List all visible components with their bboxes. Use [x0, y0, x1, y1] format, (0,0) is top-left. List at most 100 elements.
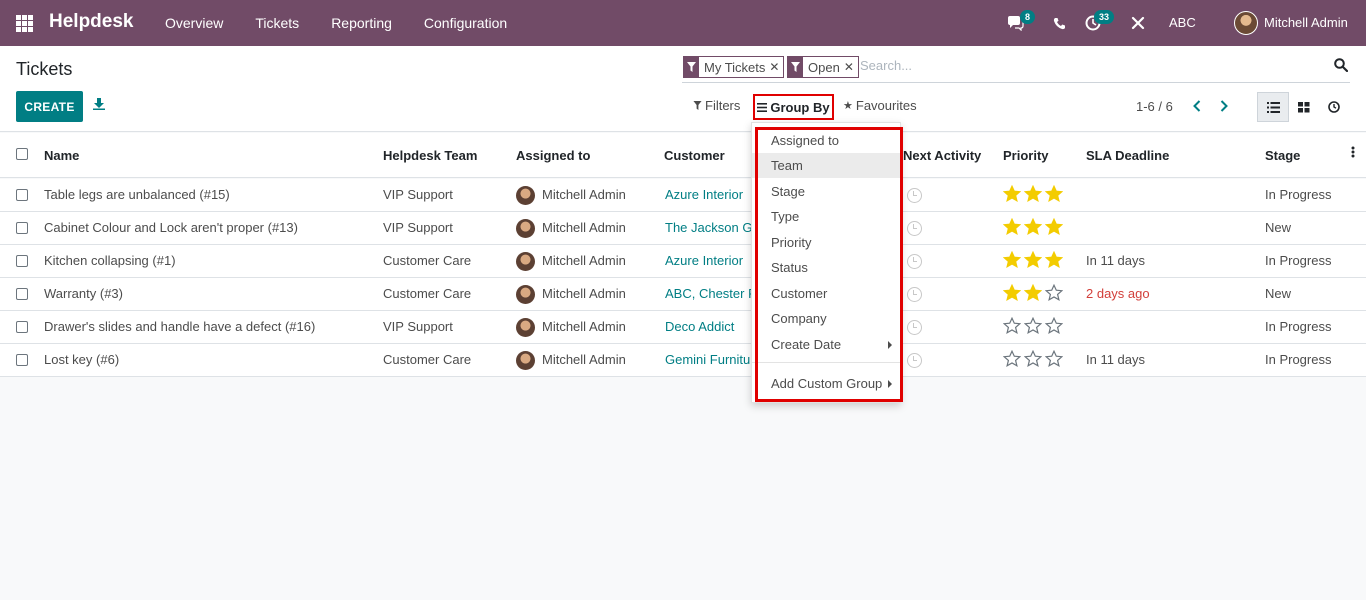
pager-next-icon[interactable]: [1217, 97, 1231, 115]
search-icon[interactable]: [1334, 58, 1350, 74]
filters-button[interactable]: Filters: [693, 98, 740, 113]
activity-clock-icon[interactable]: [907, 254, 922, 269]
column-sla-deadline[interactable]: SLA Deadline: [1086, 148, 1169, 163]
group-by-option[interactable]: Team: [752, 153, 900, 178]
priority-star-icon[interactable]: [1045, 284, 1063, 302]
favourites-button[interactable]: ★ Favourites: [843, 98, 917, 113]
add-custom-group-item[interactable]: Add Custom Group: [752, 371, 900, 396]
menu-reporting[interactable]: Reporting: [315, 0, 408, 46]
priority-star-icon[interactable]: [1045, 218, 1063, 236]
list-view-icon[interactable]: [1257, 92, 1289, 122]
group-by-button[interactable]: Group By: [756, 96, 831, 118]
row-checkbox[interactable]: [16, 288, 28, 300]
sla-deadline: In 11 days: [1086, 352, 1146, 367]
activity-view-icon[interactable]: [1318, 92, 1350, 122]
facet-open[interactable]: Open ✕: [787, 56, 859, 78]
row-checkbox[interactable]: [16, 321, 28, 333]
company-switcher[interactable]: ABC: [1169, 15, 1196, 30]
group-by-dropdown: Assigned to Team Stage Type Priority Status Cu…: [751, 122, 901, 403]
priority-star-icon[interactable]: [1045, 251, 1063, 269]
activity-clock-icon[interactable]: [907, 287, 922, 302]
customer[interactable]: ABC, Chester R: [665, 286, 751, 301]
group-by-option[interactable]: Customer: [752, 281, 900, 306]
facet-my-tickets[interactable]: My Tickets ✕: [683, 56, 785, 78]
select-all-checkbox[interactable]: [16, 148, 28, 160]
priority-star-icon[interactable]: [1045, 317, 1063, 335]
group-by-option[interactable]: Stage: [752, 179, 900, 204]
row-checkbox[interactable]: [16, 255, 28, 267]
search-input[interactable]: [860, 58, 1330, 73]
group-by-option[interactable]: Assigned to: [752, 128, 900, 153]
debug-tools-icon[interactable]: [1129, 0, 1147, 46]
customer[interactable]: The Jackson G: [665, 220, 751, 235]
column-priority[interactable]: Priority: [1003, 148, 1049, 163]
priority-star-icon[interactable]: [1003, 218, 1021, 236]
menu-tickets[interactable]: Tickets: [239, 0, 315, 46]
pager-previous-icon[interactable]: [1190, 97, 1204, 115]
row-checkbox[interactable]: [16, 189, 28, 201]
download-icon[interactable]: [93, 98, 105, 112]
group-by-option[interactable]: Status: [752, 255, 900, 280]
group-by-option[interactable]: Type: [752, 204, 900, 229]
priority-star-icon[interactable]: [1003, 350, 1021, 368]
priority-star-icon[interactable]: [1003, 284, 1021, 302]
app-name[interactable]: Helpdesk: [49, 11, 133, 33]
table-row[interactable]: Kitchen collapsing (#1) Customer Care Mitc…: [0, 245, 1366, 278]
assignee-avatar: [516, 186, 535, 205]
customer[interactable]: Gemini Furnitu: [665, 352, 751, 367]
remove-facet-icon[interactable]: ✕: [844, 60, 858, 74]
column-helpdesk-team[interactable]: Helpdesk Team: [383, 148, 477, 163]
priority-star-icon[interactable]: [1024, 284, 1042, 302]
column-next-activity[interactable]: Next Activity: [903, 148, 981, 163]
remove-facet-icon[interactable]: ✕: [769, 60, 783, 74]
priority-star-icon[interactable]: [1045, 185, 1063, 203]
table-row[interactable]: Warranty (#3) Customer Care Mitchell Admin…: [0, 278, 1366, 311]
priority-star-icon[interactable]: [1024, 317, 1042, 335]
table-header: Name Helpdesk Team Assigned to Customer …: [0, 133, 1366, 178]
column-name[interactable]: Name: [44, 148, 79, 163]
facet-label: Open: [808, 59, 840, 75]
activities-icon[interactable]: 33: [1082, 0, 1115, 46]
apps-menu-icon[interactable]: [16, 15, 33, 32]
optional-columns-icon[interactable]: [1351, 146, 1355, 161]
activity-clock-icon[interactable]: [907, 221, 922, 236]
menu-configuration[interactable]: Configuration: [408, 0, 523, 46]
customer[interactable]: Azure Interior: [665, 187, 751, 202]
group-by-option[interactable]: Create Date: [752, 332, 900, 357]
priority-star-icon[interactable]: [1003, 251, 1021, 269]
priority-star-icon[interactable]: [1024, 218, 1042, 236]
star-icon: ★: [843, 100, 853, 112]
create-button[interactable]: CREATE: [16, 91, 83, 122]
user-avatar[interactable]: [1233, 0, 1259, 46]
table-row[interactable]: Lost key (#6) Customer Care Mitchell Admin…: [0, 344, 1366, 377]
column-assigned-to[interactable]: Assigned to: [516, 148, 590, 163]
priority-star-icon[interactable]: [1045, 350, 1063, 368]
group-by-option[interactable]: Company: [752, 306, 900, 331]
activity-clock-icon[interactable]: [907, 188, 922, 203]
activity-clock-icon[interactable]: [907, 320, 922, 335]
priority-star-icon[interactable]: [1003, 185, 1021, 203]
column-customer[interactable]: Customer: [664, 148, 725, 163]
column-stage[interactable]: Stage: [1265, 148, 1300, 163]
row-checkbox[interactable]: [16, 354, 28, 366]
menu-overview[interactable]: Overview: [149, 0, 239, 46]
table-row[interactable]: Table legs are unbalanced (#15) VIP Suppo…: [0, 179, 1366, 212]
priority-star-icon[interactable]: [1003, 317, 1021, 335]
table-row[interactable]: Cabinet Colour and Lock aren't proper (#…: [0, 212, 1366, 245]
phone-icon[interactable]: [1050, 0, 1068, 46]
table-row[interactable]: Drawer's slides and handle have a defect…: [0, 311, 1366, 344]
priority-star-icon[interactable]: [1024, 350, 1042, 368]
group-by-option-label: Company: [771, 311, 827, 326]
pager-value[interactable]: 1-6 / 6: [1136, 99, 1173, 114]
customer[interactable]: Azure Interior: [665, 253, 751, 268]
row-checkbox[interactable]: [16, 222, 28, 234]
user-menu[interactable]: Mitchell Admin: [1264, 15, 1348, 30]
kanban-view-icon[interactable]: [1288, 92, 1320, 122]
customer[interactable]: Deco Addict: [665, 319, 751, 334]
priority-star-icon[interactable]: [1024, 251, 1042, 269]
messages-icon[interactable]: 8: [1004, 0, 1036, 46]
dropdown-divider: [752, 362, 900, 363]
priority-star-icon[interactable]: [1024, 185, 1042, 203]
group-by-option[interactable]: Priority: [752, 230, 900, 255]
activity-clock-icon[interactable]: [907, 353, 922, 368]
